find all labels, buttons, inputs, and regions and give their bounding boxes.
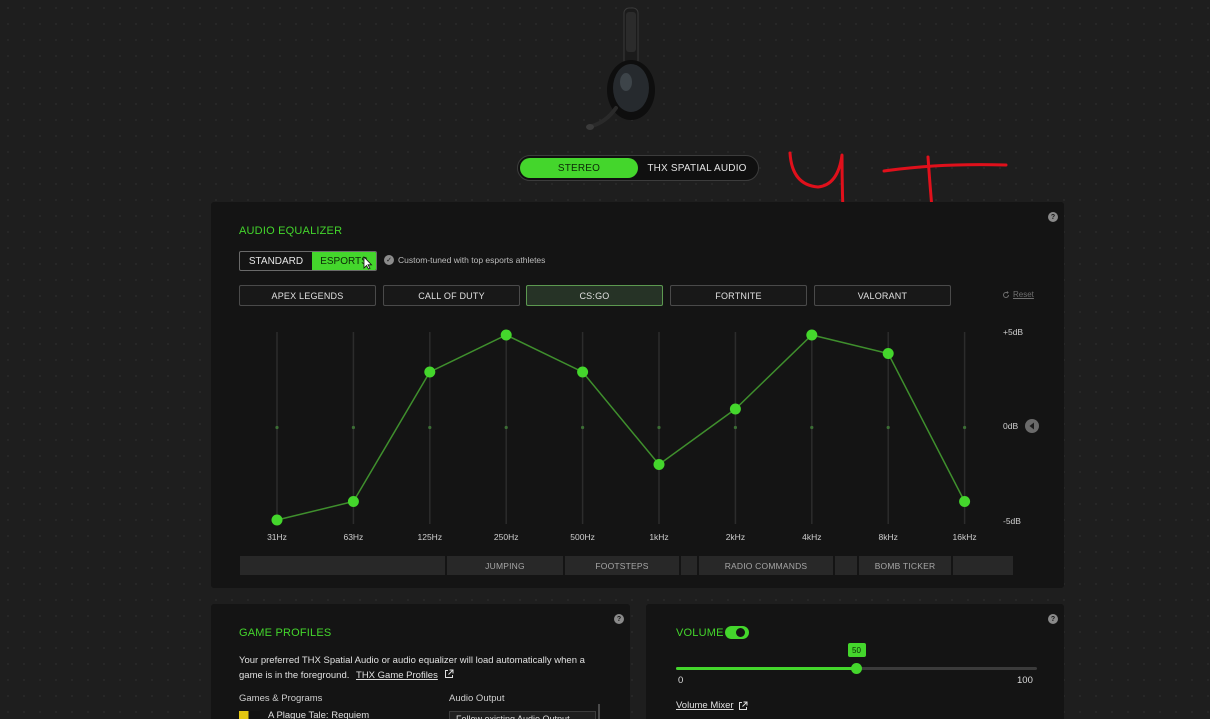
eq-zero-marker xyxy=(733,425,737,430)
eq-frequency-label: 4kHz xyxy=(802,532,821,542)
collapse-arrow-icon[interactable] xyxy=(1025,419,1039,433)
sound-cue-radio-commands: RADIO COMMANDS xyxy=(699,556,833,575)
eq-band-handle-16kHz[interactable] xyxy=(959,496,971,507)
game-preset-valorant[interactable]: VALORANT xyxy=(814,285,951,306)
mouse-cursor-icon xyxy=(363,256,373,270)
sound-cue-bar: JUMPING FOOTSTEPS RADIO COMMANDS BOMB TI… xyxy=(240,556,1015,575)
eq-frequency-label: 63Hz xyxy=(343,532,363,542)
game-preset-apex-legends[interactable]: APEX LEGENDS xyxy=(239,285,376,306)
reset-icon xyxy=(1003,290,1009,298)
help-icon[interactable]: ? xyxy=(1048,212,1058,222)
external-link-icon[interactable] xyxy=(444,669,454,679)
sound-cue-segment xyxy=(953,556,1013,575)
headset-image xyxy=(586,7,655,130)
thx-game-profiles-link[interactable]: THX Game Profiles xyxy=(356,670,438,681)
game-preset-csgo[interactable]: CS:GO xyxy=(526,285,663,306)
eq-zero-marker xyxy=(504,425,508,430)
sound-cue-jumping: JUMPING xyxy=(447,556,563,575)
esports-tuned-note: ✓ Custom-tuned with top esports athletes xyxy=(384,255,545,265)
reset-label: Reset xyxy=(1013,290,1034,299)
volume-value-bubble: 50 xyxy=(847,643,866,657)
external-link-icon[interactable] xyxy=(738,701,748,711)
thx-spatial-audio-button[interactable]: THX SPATIAL AUDIO xyxy=(638,158,756,178)
eq-frequency-label: 250Hz xyxy=(494,532,519,542)
equalizer-chart[interactable]: 31Hz 63Hz 125Hz 250Hz 500Hz 1kHz 2kHz 4kHz 8kHz 1… xyxy=(240,320,1040,550)
eq-zero-marker xyxy=(657,425,661,430)
audio-mode-toggle[interactable]: STEREO THX SPATIAL AUDIO xyxy=(517,155,759,181)
games-programs-header: Games & Programs xyxy=(239,693,323,704)
eq-frequency-label: 31Hz xyxy=(267,532,287,542)
game-profiles-description: Your preferred THX Spatial Audio or audi… xyxy=(239,653,609,683)
volume-slider-thumb[interactable] xyxy=(851,663,862,674)
volume-min-label: 0 xyxy=(678,675,684,686)
eq-band-handle-4kHz[interactable] xyxy=(806,329,818,341)
help-icon[interactable]: ? xyxy=(1048,614,1058,624)
sound-cue-bomb-ticker: BOMB TICKER xyxy=(859,556,951,575)
eq-frequency-label: 1kHz xyxy=(649,532,668,542)
check-icon: ✓ xyxy=(384,255,394,265)
stereo-mode-button[interactable]: STEREO xyxy=(520,158,638,178)
profiles-scrollbar[interactable] xyxy=(598,704,600,719)
equalizer-title: AUDIO EQUALIZER xyxy=(239,225,343,237)
volume-toggle-knob[interactable] xyxy=(736,628,745,637)
eq-zero-marker xyxy=(275,425,279,430)
eq-band-handle-500Hz[interactable] xyxy=(577,366,589,378)
sound-cue-segment xyxy=(681,556,697,575)
eq-zero-marker xyxy=(351,425,355,430)
eq-preset-selector[interactable]: STANDARD ESPORTS xyxy=(239,251,377,271)
eq-frequency-label: 125Hz xyxy=(418,532,443,542)
eq-band-handle-125Hz[interactable] xyxy=(424,366,436,378)
game-thumbnail xyxy=(239,710,260,719)
game-preset-call-of-duty[interactable]: CALL OF DUTY xyxy=(383,285,520,306)
game-profiles-title: GAME PROFILES xyxy=(239,627,332,639)
eq-band-handle-2kHz[interactable] xyxy=(729,403,741,415)
standard-preset-button[interactable]: STANDARD xyxy=(240,252,312,270)
eq-band-handle-1kHz[interactable] xyxy=(653,459,665,470)
eq-zero-marker xyxy=(810,425,814,430)
sound-cue-footsteps: FOOTSTEPS xyxy=(565,556,679,575)
audio-output-header: Audio Output xyxy=(449,693,505,704)
eq-band-handle-63Hz[interactable] xyxy=(347,496,359,507)
reset-button[interactable]: Reset xyxy=(1002,290,1034,299)
eq-zero-marker xyxy=(886,425,890,430)
db-top-label: +5dB xyxy=(1003,327,1023,337)
equalizer-curve xyxy=(276,334,966,521)
eq-zero-marker xyxy=(428,425,432,430)
game-profile-row[interactable]: A Plague Tale: Requiem xyxy=(239,710,369,719)
eq-frequency-label: 500Hz xyxy=(570,532,595,542)
eq-zero-marker xyxy=(963,425,967,430)
volume-max-label: 100 xyxy=(1017,675,1033,686)
db-mid-label: 0dB xyxy=(1003,421,1018,431)
game-preset-fortnite[interactable]: FORTNITE xyxy=(670,285,807,306)
db-bottom-label: -5dB xyxy=(1003,516,1021,526)
eq-frequency-label: 8kHz xyxy=(879,532,898,542)
audio-output-select[interactable]: Follow existing Audio Output xyxy=(449,711,596,719)
volume-mixer-label: Volume Mixer xyxy=(676,700,734,711)
eq-band-handle-8kHz[interactable] xyxy=(882,348,894,359)
sound-cue-segment xyxy=(835,556,857,575)
eq-band-handle-250Hz[interactable] xyxy=(500,329,512,341)
eq-zero-marker xyxy=(581,425,585,430)
help-icon[interactable]: ? xyxy=(614,614,624,624)
volume-mixer-link[interactable]: Volume Mixer xyxy=(676,700,748,711)
eq-frequency-label: 2kHz xyxy=(726,532,745,542)
volume-title: VOLUME xyxy=(676,627,724,639)
eq-band-handle-31Hz[interactable] xyxy=(271,514,283,526)
eq-frequency-label: 16kHz xyxy=(953,532,977,542)
sound-cue-segment xyxy=(240,556,445,575)
tuned-note-text: Custom-tuned with top esports athletes xyxy=(398,255,546,265)
volume-slider-fill xyxy=(676,667,857,670)
game-name: A Plague Tale: Requiem xyxy=(268,710,370,719)
